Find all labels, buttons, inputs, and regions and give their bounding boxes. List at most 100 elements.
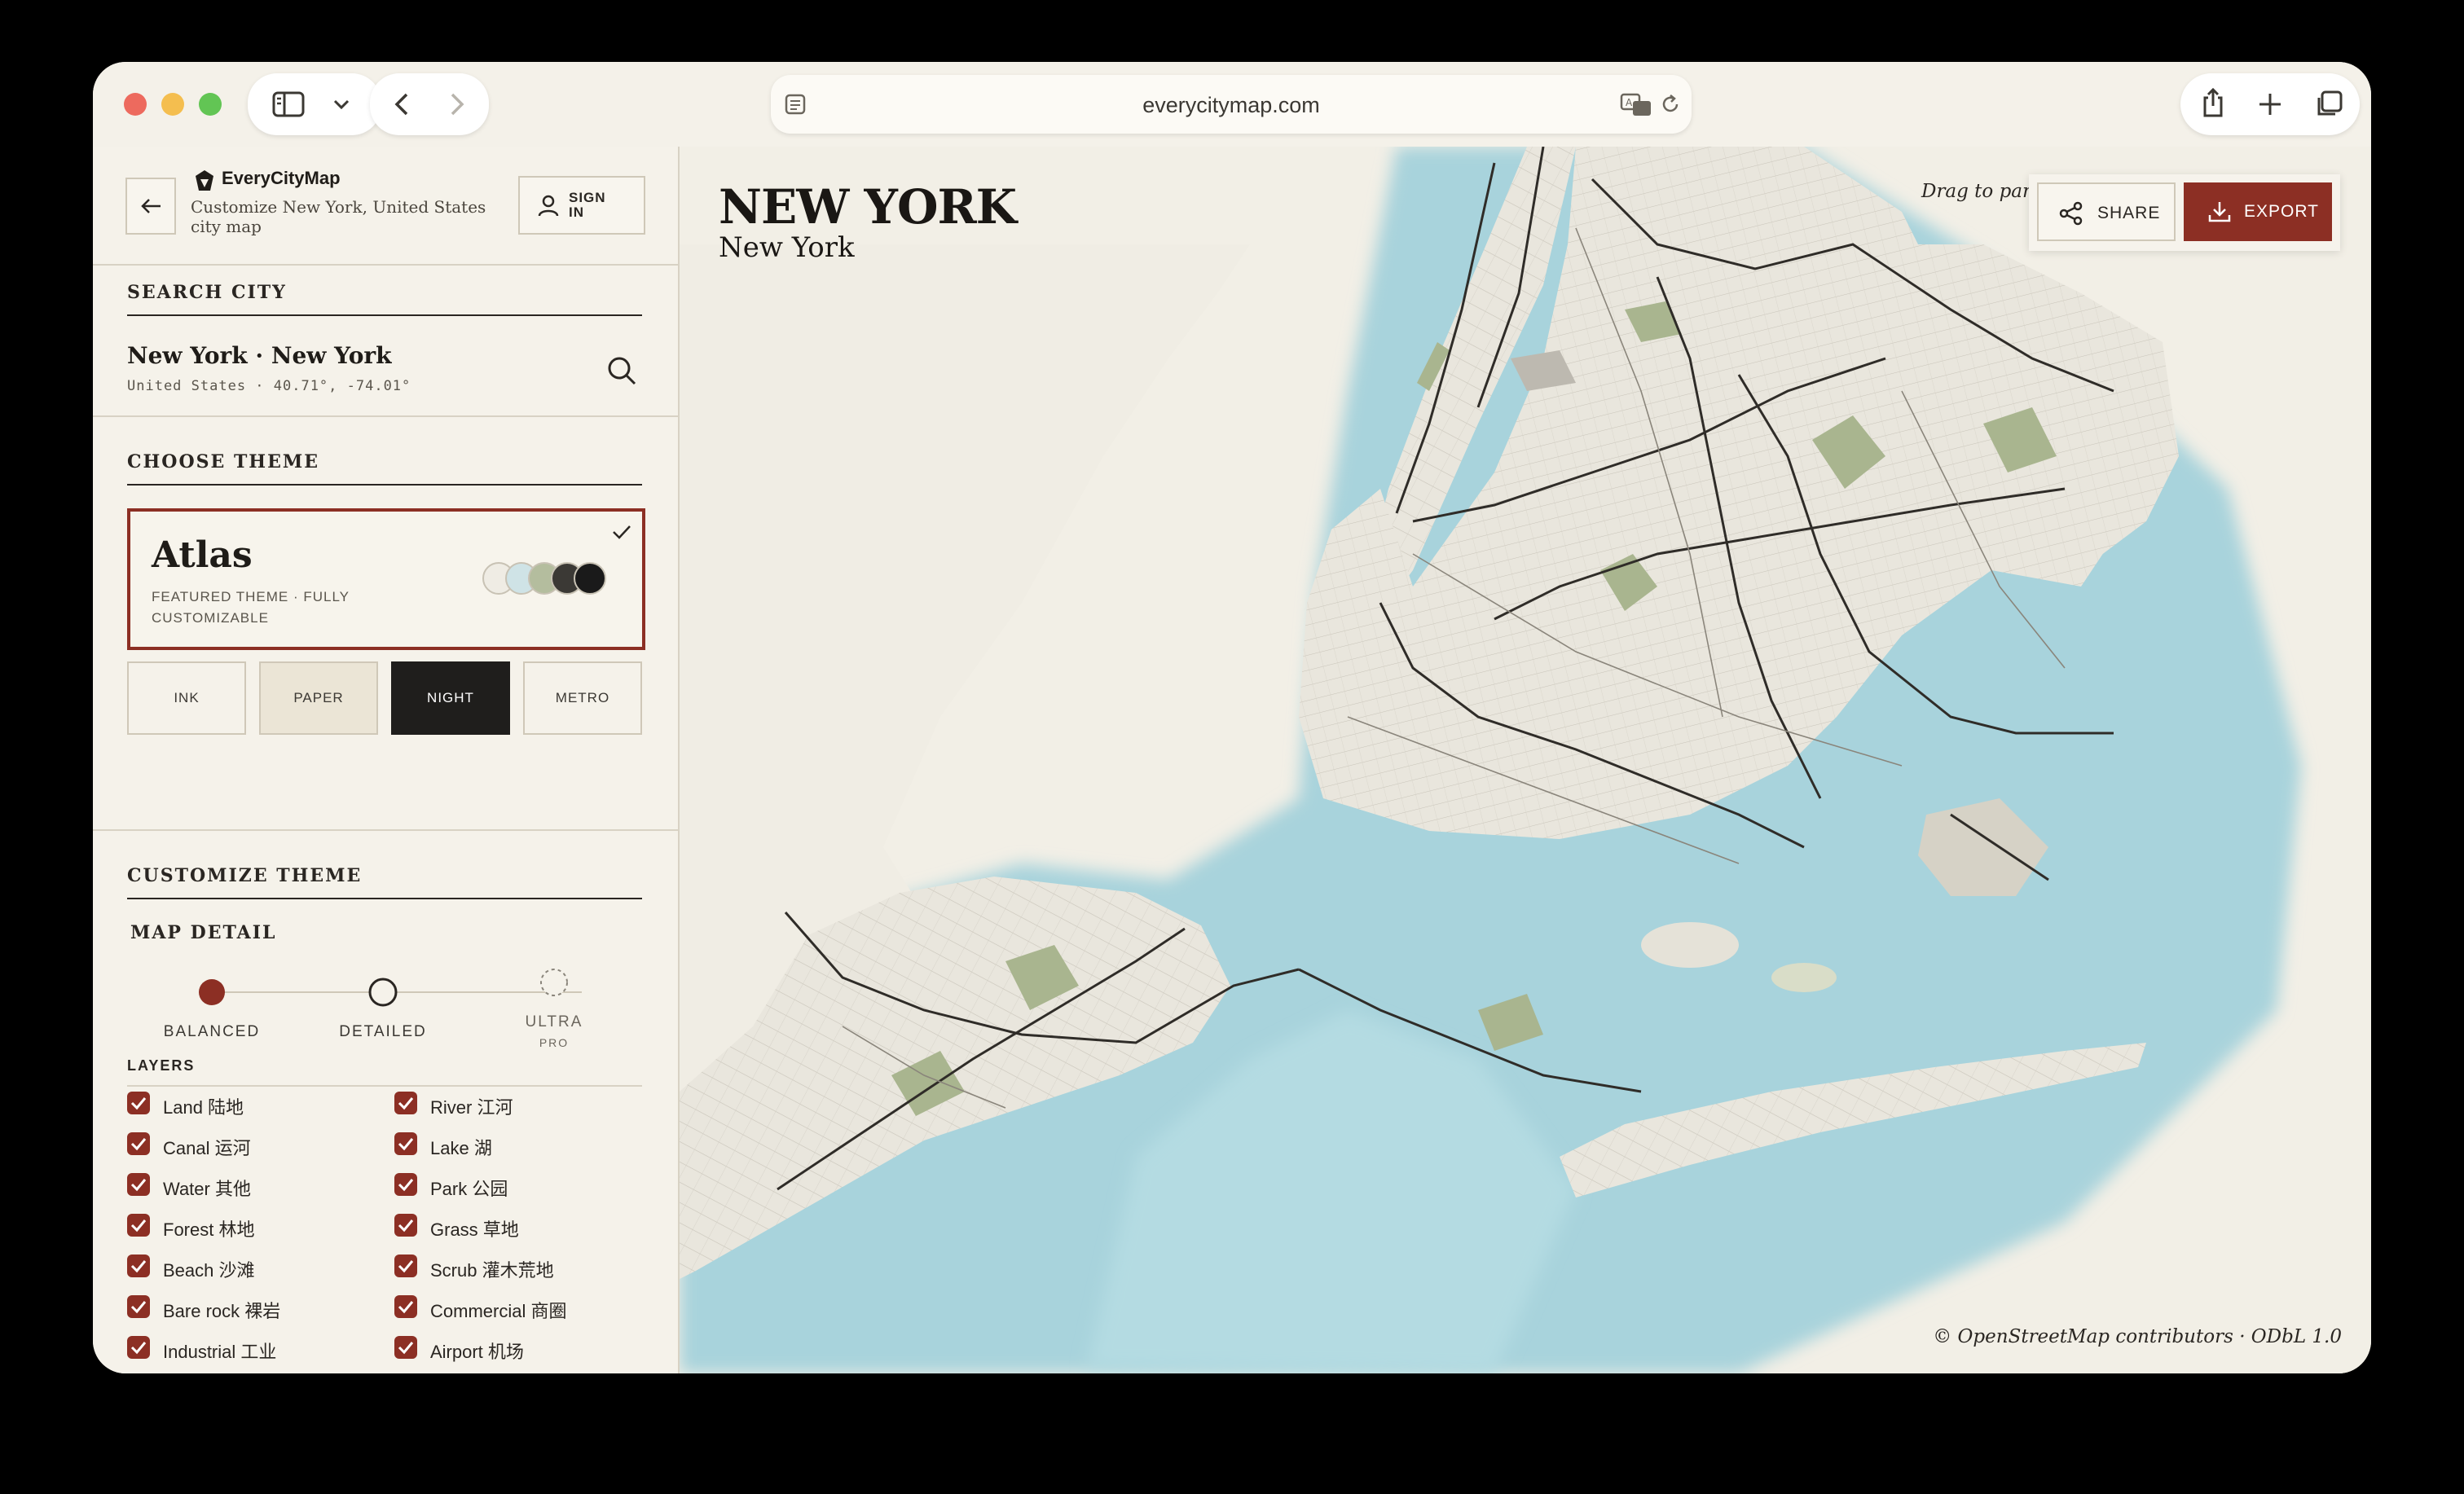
layer-checkbox[interactable] [127,1132,150,1155]
layer-toggle[interactable]: Commercial 商圈 [394,1295,639,1321]
checkmark-icon [398,1301,414,1314]
layers-divider [127,1085,642,1087]
map-attribution: © OpenStreetMap contributors · ODbL 1.0 [1933,1326,2342,1347]
layer-checkbox[interactable] [394,1132,417,1155]
layer-checkbox[interactable] [127,1255,150,1277]
share-icon [2059,201,2083,226]
map-detail-title: MAP DETAIL [130,922,277,943]
theme-name: Atlas [152,534,253,576]
detail-ultra-label: ULTRA [525,1013,583,1030]
translate-icon[interactable]: A [1620,91,1652,117]
checkmark-icon [398,1138,414,1151]
export-button[interactable]: EXPORT [2184,182,2332,241]
layer-toggle[interactable]: Industrial 工业 [127,1336,372,1362]
theme-option-paper[interactable]: PAPER [259,661,378,735]
layer-label: Airport 机场 [430,1342,524,1362]
layer-toggle[interactable]: Beach 沙滩 [127,1255,372,1281]
check-icon [613,525,631,539]
checkmark-icon [398,1342,414,1355]
city-coordinates: United States · 40.71°, -74.01° [127,378,411,394]
slider-stop-balanced[interactable] [199,979,225,1005]
share-label: SHARE [2097,204,2161,222]
search-rule [127,314,642,316]
customize-theme-title: CUSTOMIZE THEME [127,865,363,886]
pro-badge: PRO [539,1036,570,1049]
theme-option-ink[interactable]: INK [127,661,246,735]
section-divider [93,415,678,417]
layer-toggle[interactable]: Lake 湖 [394,1132,639,1158]
forward-arrow-icon[interactable] [448,91,466,117]
theme-description: FEATURED THEME · FULLY CUSTOMIZABLE [152,589,350,626]
layer-checkbox[interactable] [127,1173,150,1196]
layer-toggle[interactable]: Canal 运河 [127,1132,372,1158]
slider-stop-detailed[interactable] [368,978,398,1007]
layer-checkbox[interactable] [394,1173,417,1196]
address-bar[interactable]: everycitymap.com A [771,75,1692,134]
share-page-icon[interactable] [2200,86,2226,119]
customize-rule [127,898,642,899]
checkmark-icon [130,1097,147,1110]
layer-checkbox[interactable] [127,1336,150,1359]
layer-label: Beach 沙滩 [163,1260,255,1281]
checkmark-icon [398,1179,414,1192]
layer-checkbox[interactable] [394,1336,417,1359]
arrow-left-icon [141,199,161,213]
layer-label: Industrial 工业 [163,1342,277,1362]
layer-toggle[interactable]: Scrub 灌木荒地 [394,1255,639,1281]
layer-toggle[interactable]: Forest 林地 [127,1214,372,1240]
sign-in-button[interactable]: SIGN IN [518,176,645,235]
island [1641,922,1739,968]
layer-toggle[interactable]: Grass 草地 [394,1214,639,1240]
layer-checkbox[interactable] [394,1295,417,1318]
layer-checkbox[interactable] [127,1092,150,1114]
detail-detailed-label: DETAILED [339,1023,427,1040]
export-label: EXPORT [2244,202,2319,221]
layer-checkbox[interactable] [127,1214,150,1237]
theme-rule [127,484,642,486]
minimize-window-button[interactable] [161,93,184,116]
layer-label: Bare rock 裸岩 [163,1301,281,1321]
new-tab-icon[interactable] [2257,91,2283,117]
layer-toggle[interactable]: Airport 机场 [394,1336,639,1362]
theme-option-night[interactable]: NIGHT [391,661,510,735]
layer-toggle[interactable]: River 江河 [394,1092,639,1118]
layer-label: Canal 运河 [163,1138,251,1158]
checkmark-icon [130,1179,147,1192]
toolbar-actions [2180,73,2360,135]
theme-card-atlas[interactable]: Atlas FEATURED THEME · FULLY CUSTOMIZABL… [127,508,645,650]
svg-text:A: A [1626,97,1633,108]
sidebar-toggle-button[interactable] [248,73,381,135]
layer-checkbox[interactable] [394,1214,417,1237]
layer-label: Forest 林地 [163,1219,255,1240]
share-button[interactable]: SHARE [2037,182,2176,241]
layer-checkbox[interactable] [127,1295,150,1318]
layer-toggle[interactable]: Land 陆地 [127,1092,372,1118]
checkmark-icon [398,1219,414,1233]
close-window-button[interactable] [124,93,147,116]
slider-stop-ultra[interactable] [540,969,568,996]
reload-icon[interactable] [1659,93,1682,116]
brand-logo-icon [196,170,213,191]
search-icon[interactable] [606,355,637,386]
sidebar-panel: EveryCityMap Customize New York, United … [93,147,680,1373]
choose-theme-title: CHOOSE THEME [127,451,319,472]
download-icon [2208,202,2231,222]
map-canvas[interactable]: NEW YORK New York Drag to pan · SHARE EX… [680,147,2371,1373]
selected-city[interactable]: New York · New York [127,342,392,369]
layer-label: Land 陆地 [163,1097,244,1118]
checkmark-icon [130,1138,147,1151]
chevron-down-icon[interactable] [332,98,350,111]
city-map[interactable] [680,147,2371,1373]
search-city-title: SEARCH CITY [127,282,287,303]
layer-toggle[interactable]: Water 其他 [127,1173,372,1199]
back-arrow-icon[interactable] [393,91,411,117]
checkmark-icon [130,1260,147,1273]
layer-toggle[interactable]: Bare rock 裸岩 [127,1295,372,1321]
layer-checkbox[interactable] [394,1255,417,1277]
layer-toggle[interactable]: Park 公园 [394,1173,639,1199]
tab-overview-icon[interactable] [2314,90,2343,119]
maximize-window-button[interactable] [199,93,222,116]
layer-checkbox[interactable] [394,1092,417,1114]
theme-option-metro[interactable]: METRO [523,661,642,735]
back-button[interactable] [125,178,176,235]
